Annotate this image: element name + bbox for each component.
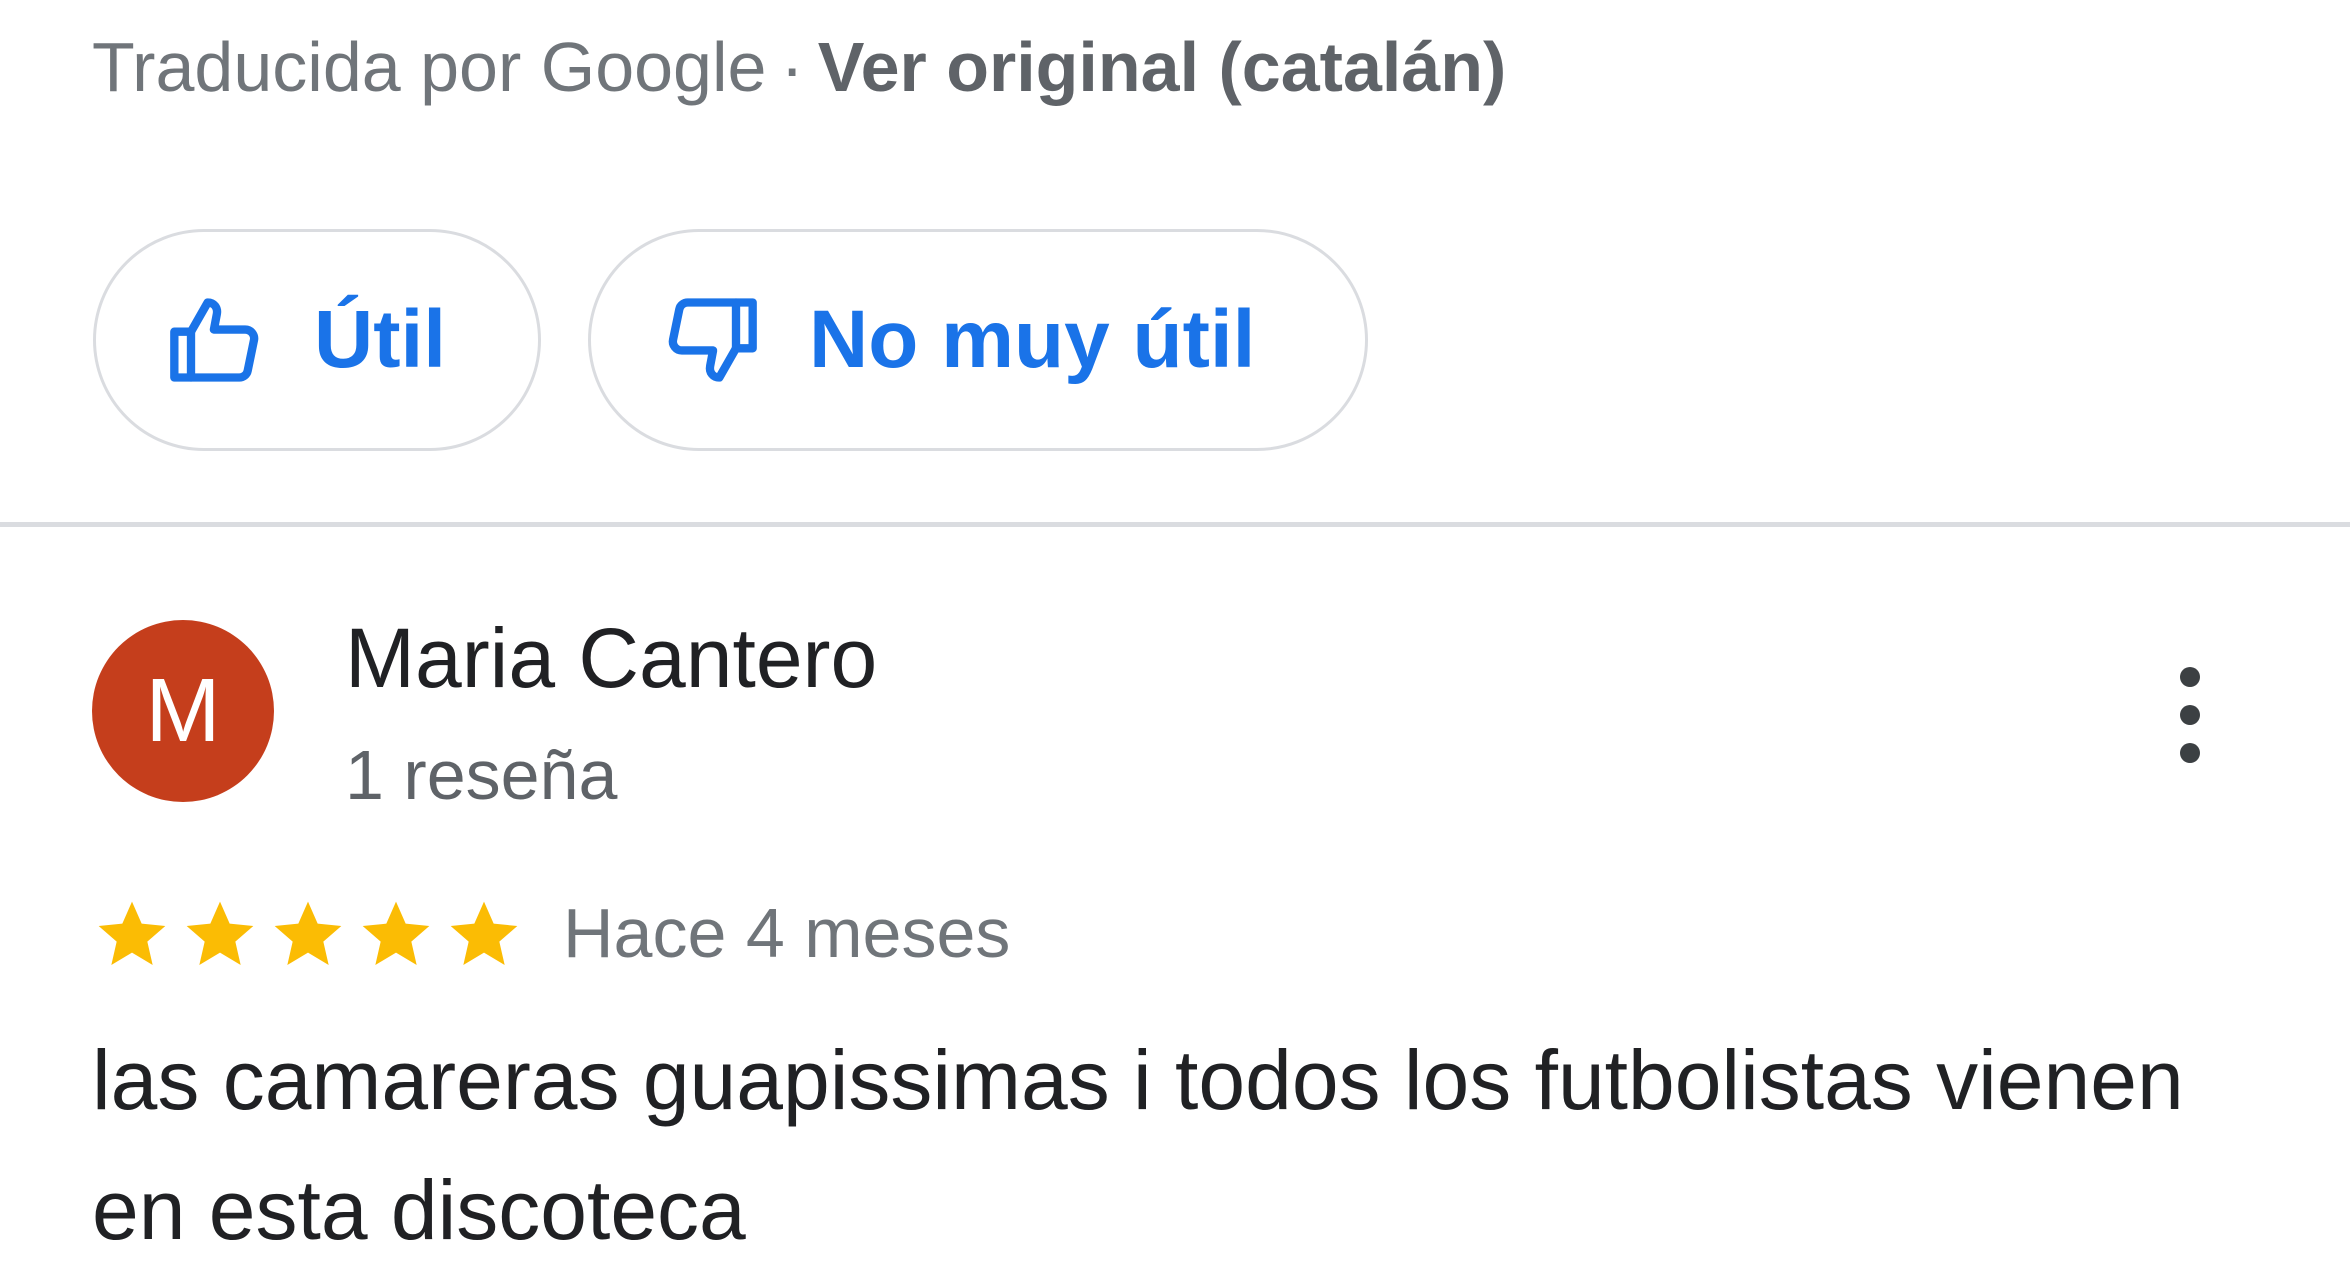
thumbs-down-icon <box>661 290 761 390</box>
star-icon <box>98 901 166 965</box>
separator: · <box>780 28 804 106</box>
star-rating <box>92 890 532 980</box>
author-name[interactable]: Maria Cantero <box>345 608 877 708</box>
star-icon <box>450 901 518 965</box>
not-helpful-button[interactable]: No muy útil <box>588 229 1368 451</box>
view-original-link[interactable]: Ver original (catalán) <box>818 28 1507 106</box>
translation-notice: Traducida por Google · Ver original (catal… <box>92 22 1506 112</box>
menu-dot <box>2180 743 2200 763</box>
review-time: Hace 4 meses <box>563 894 1011 972</box>
star-icon <box>186 901 254 965</box>
helpful-label: Útil <box>314 294 447 385</box>
more-vert-icon[interactable] <box>2150 655 2230 775</box>
avatar[interactable]: M <box>92 620 274 802</box>
helpful-button[interactable]: Útil <box>93 229 541 451</box>
avatar-initial: M <box>145 660 221 761</box>
star-icon <box>362 901 430 965</box>
review-divider <box>0 522 2350 527</box>
star-icon <box>274 901 342 965</box>
translated-by-label: Traducida por Google <box>92 28 767 106</box>
thumbs-up-icon <box>166 290 266 390</box>
menu-dot <box>2180 705 2200 725</box>
menu-dot <box>2180 667 2200 687</box>
review-count: 1 reseña <box>345 736 618 814</box>
review-text: las camareras guapissimas i todos los fu… <box>92 1033 2184 1257</box>
not-helpful-label: No muy útil <box>809 294 1256 385</box>
